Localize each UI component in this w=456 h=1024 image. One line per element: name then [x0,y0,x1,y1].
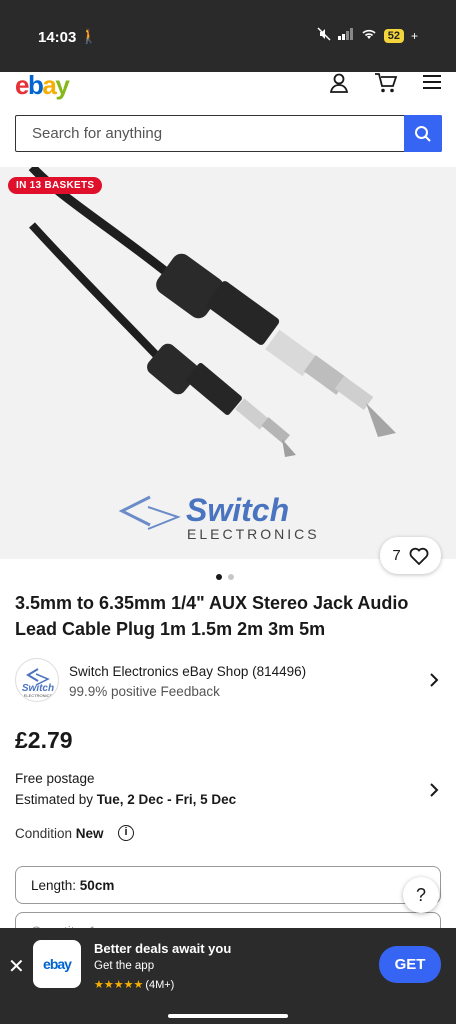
length-label: Length: [31,878,80,893]
cable-illustration: Switch ELECTRONICS [28,167,396,542]
chevron-right-icon [430,783,439,797]
watch-count: 7 [392,547,401,564]
seller-logo-sub: ELECTRONICS [24,693,53,698]
search-input[interactable]: Search for anything [32,125,162,142]
product-image[interactable]: Switch ELECTRONICS [0,167,456,559]
help-button[interactable]: ? [403,877,439,913]
charging-icon: + [410,28,418,43]
status-time: 14:03 [38,29,77,46]
home-indicator[interactable] [168,1014,288,1018]
system-nav-bar [0,1001,456,1024]
banner-subline: Get the app [94,960,155,972]
brand-name: Switch [186,492,289,528]
menu-icon[interactable] [422,72,446,96]
delivery-estimate: Estimated by Tue, 2 Dec - Fri, 5 Dec [15,792,236,807]
seller-name: Switch Electronics eBay Shop (814496) [69,664,307,679]
pagination-dot[interactable] [216,574,222,580]
heart-icon [409,547,429,565]
battery-indicator: 52 [383,28,404,43]
item-title: 3.5mm to 6.35mm 1/4" AUX Stereo Jack Aud… [15,593,409,639]
logo-letter-a: a [42,70,56,100]
get-app-button[interactable]: GET [379,946,441,983]
status-bar: 14:03 🚶 52 + [0,0,456,72]
cart-icon[interactable] [374,72,398,96]
star-icons: ★★★★★ [94,979,144,991]
rating-count: (4M+) [145,979,175,991]
pagination-dot[interactable] [228,574,234,580]
estimate-prefix: Estimated by [15,792,97,807]
seller-row[interactable]: Switch ELECTRONICS Switch Electronics eB… [15,656,445,704]
condition-value: New [75,826,104,841]
watch-button[interactable]: 7 [380,537,441,574]
search-icon [415,125,431,142]
signal-icon [337,28,354,43]
estimate-dates: Tue, 2 Dec - Fri, 5 Dec [96,792,237,807]
condition-row: Condition New [15,826,104,841]
seller-feedback: 99.9% positive Feedback [69,684,220,699]
search-bar[interactable]: Search for anything [15,115,442,152]
length-select[interactable]: Length: 50cm [15,866,441,904]
close-icon[interactable]: ✕ [8,954,25,979]
postage-text: Free postage [15,771,95,786]
site-header: ebay [0,72,456,108]
logo-letter-e: e [15,70,29,100]
length-value: 50cm [79,878,115,893]
walking-icon: 🚶 [80,28,98,44]
seller-avatar: Switch ELECTRONICS [15,658,59,702]
ebay-logo[interactable]: ebay [15,70,70,100]
logo-letter-b: b [27,70,44,100]
baskets-badge: IN 13 BASKETS [8,177,103,194]
status-icons: 52 + [317,27,418,44]
rating: ★★★★★ (4M+) [94,978,174,991]
search-button[interactable] [404,115,442,152]
app-logo: ebay [33,940,81,988]
gallery-pagination [216,574,234,580]
account-icon[interactable] [328,72,352,96]
chevron-right-icon [430,673,439,687]
condition-label: Condition [15,826,76,841]
logo-letter-y: y [55,70,69,100]
brand-subtitle: ELECTRONICS [187,526,320,542]
wifi-icon [361,28,377,43]
app-banner: ✕ ebay Better deals await you Get the ap… [0,928,456,1001]
app-logo-text: ebay [43,956,72,972]
item-price: £2.79 [15,727,73,753]
info-icon[interactable]: i [118,825,134,841]
mute-icon [317,27,331,44]
banner-headline: Better deals await you [94,941,232,956]
